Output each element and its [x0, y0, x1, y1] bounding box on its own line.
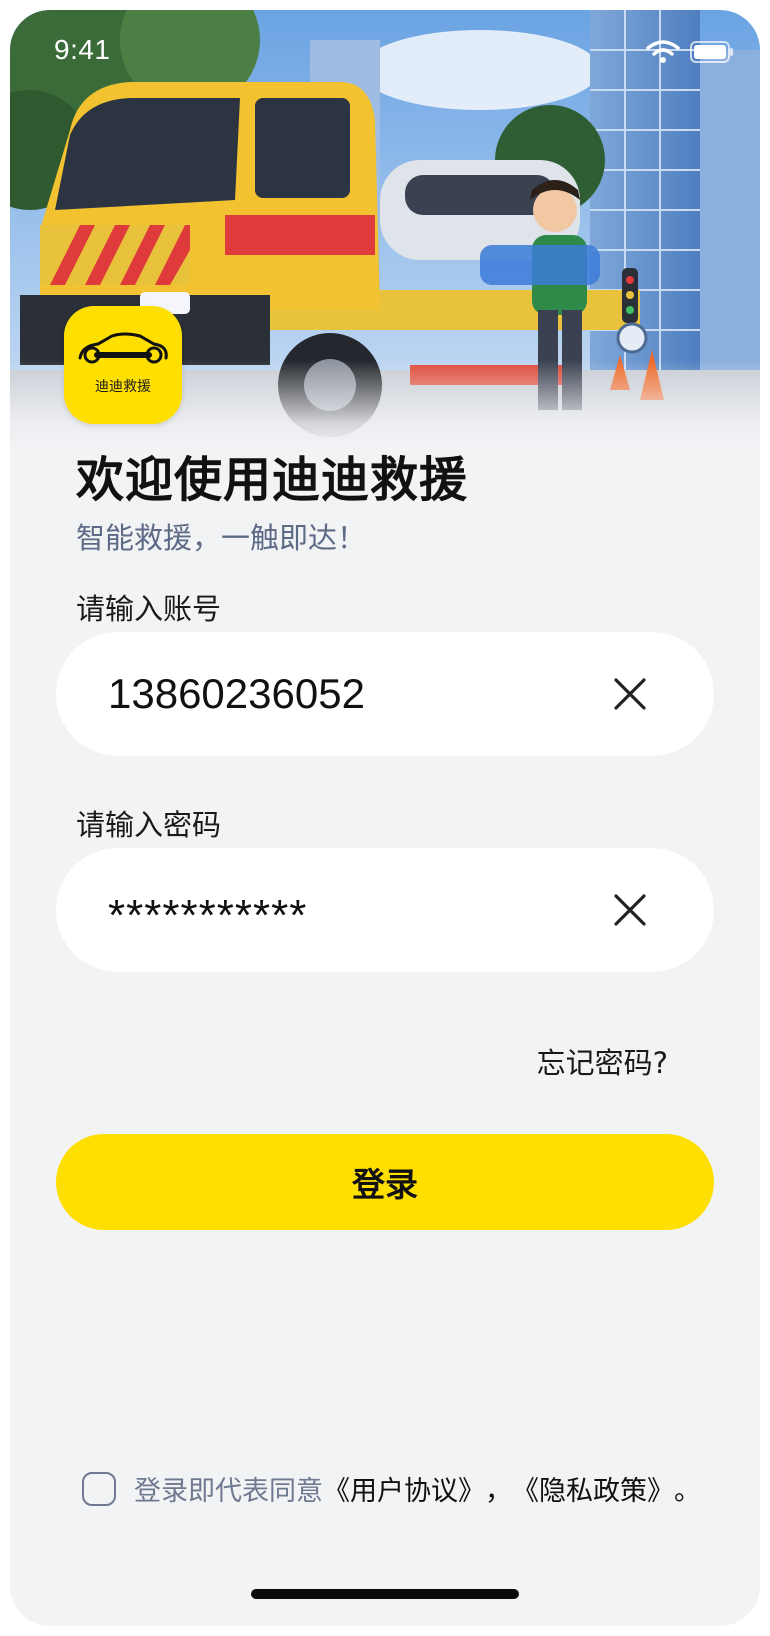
- account-label: 请输入账号: [76, 592, 222, 626]
- battery-icon: [690, 41, 733, 63]
- clear-account-icon[interactable]: [612, 676, 648, 712]
- account-field[interactable]: 13860236052: [56, 632, 714, 756]
- account-input[interactable]: 13860236052: [108, 632, 365, 756]
- password-label: 请输入密码: [76, 808, 222, 842]
- agreement-checkbox[interactable]: [82, 1471, 116, 1506]
- page-title: 欢迎使用迪迪救援: [76, 452, 469, 508]
- logo-text: 迪迪救援: [95, 379, 151, 395]
- agreement-separator: ，: [485, 1476, 512, 1507]
- clear-password-icon[interactable]: [612, 892, 648, 928]
- app-logo: 迪迪救援: [64, 306, 182, 424]
- car-wrench-icon: [78, 332, 168, 364]
- agreement-prefix: 登录即代表同意: [134, 1476, 323, 1507]
- home-indicator: [251, 1589, 519, 1599]
- login-button[interactable]: 登录: [56, 1134, 714, 1230]
- password-input[interactable]: ***********: [108, 848, 307, 972]
- status-icons: [646, 40, 734, 64]
- privacy-policy-link[interactable]: 《隐私政策》: [512, 1469, 674, 1508]
- password-field[interactable]: ***********: [56, 848, 714, 972]
- wifi-icon: [646, 40, 680, 63]
- phone-screen: 9:41 迪迪救援 欢迎使用迪迪救援 智能救援，一触即达！ 请输入账号 1386…: [10, 10, 760, 1626]
- agreement-row: 登录即代表同意 《用户协议》 ， 《隐私政策》 。: [82, 1469, 701, 1508]
- agreement-suffix: 。: [674, 1476, 701, 1507]
- status-time: 9:41: [54, 34, 111, 65]
- user-agreement-link[interactable]: 《用户协议》: [323, 1469, 485, 1508]
- forgot-password-link[interactable]: 忘记密码?: [537, 1040, 668, 1082]
- page-subtitle: 智能救援，一触即达！: [76, 521, 367, 555]
